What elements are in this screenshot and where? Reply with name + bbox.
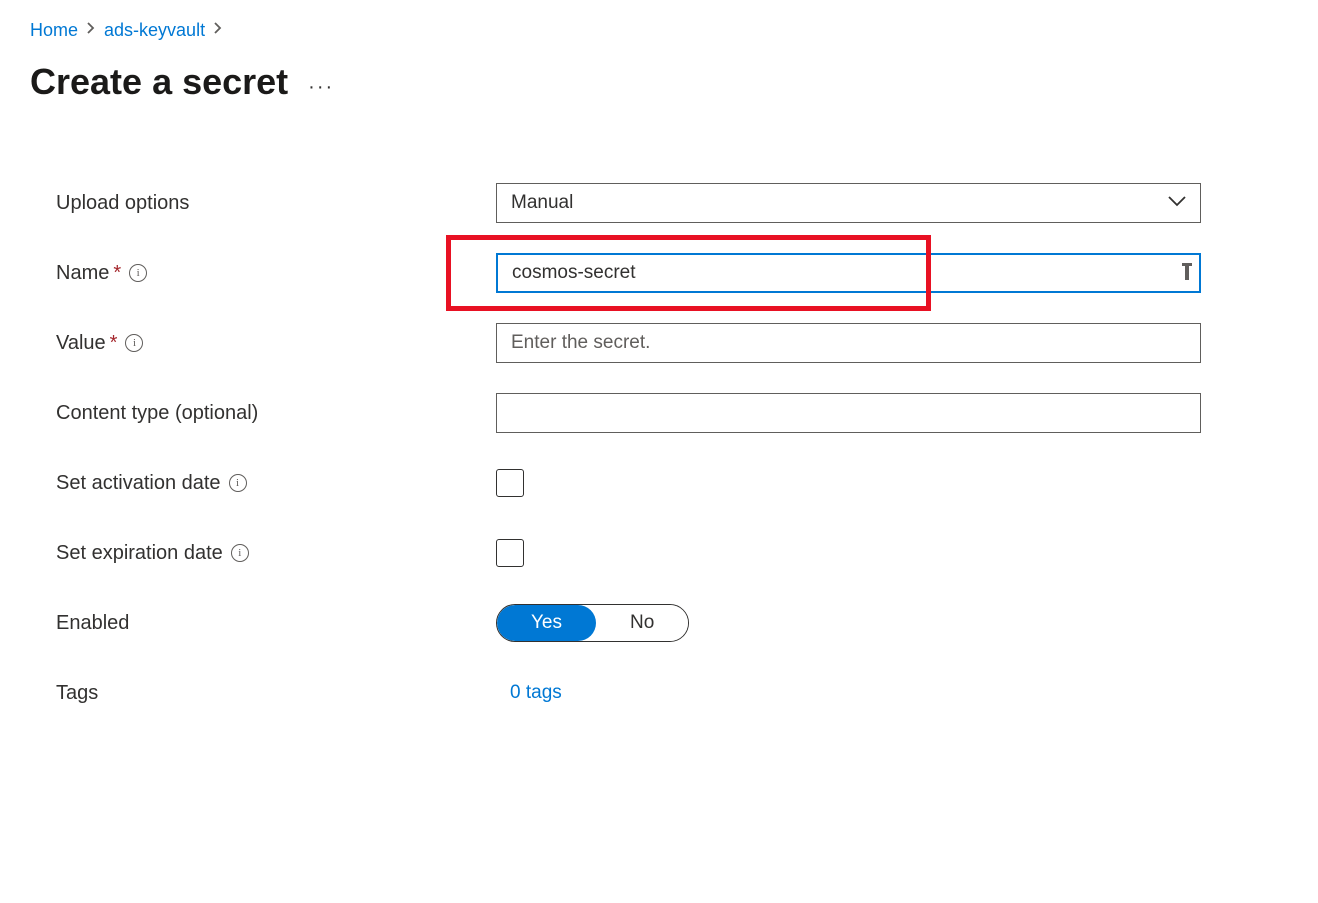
content-type-input[interactable] (496, 393, 1201, 433)
info-icon[interactable]: i (229, 474, 247, 492)
text-cursor-icon (1185, 266, 1189, 280)
activation-date-row: Set activation date i (56, 463, 1288, 503)
tags-link[interactable]: 0 tags (496, 682, 562, 703)
upload-options-row: Upload options Manual (56, 183, 1288, 223)
expiration-date-row: Set expiration date i (56, 533, 1288, 573)
enabled-toggle-no[interactable]: No (596, 605, 688, 641)
value-input[interactable] (496, 323, 1201, 363)
info-icon[interactable]: i (231, 544, 249, 562)
chevron-right-icon (86, 21, 96, 40)
upload-options-select[interactable]: Manual (496, 183, 1201, 223)
expiration-date-label: Set expiration date i (56, 542, 496, 565)
name-label: Name * i (56, 262, 496, 285)
breadcrumb-home[interactable]: Home (30, 20, 78, 41)
activation-date-label: Set activation date i (56, 472, 496, 495)
expiration-date-checkbox[interactable] (496, 539, 524, 567)
content-type-label: Content type (optional) (56, 402, 496, 425)
enabled-row: Enabled Yes No (56, 603, 1288, 643)
info-icon[interactable]: i (129, 264, 147, 282)
page-title: Create a secret (30, 61, 288, 103)
info-icon[interactable]: i (125, 334, 143, 352)
required-indicator-icon: * (113, 262, 121, 285)
activation-date-checkbox[interactable] (496, 469, 524, 497)
tags-row: Tags 0 tags (56, 673, 1288, 713)
value-label: Value * i (56, 332, 496, 355)
value-row: Value * i (56, 323, 1288, 363)
name-row: Name * i (56, 253, 1288, 293)
form-container: Upload options Manual Name * i Value * i (30, 183, 1288, 713)
name-input[interactable] (496, 253, 1201, 293)
more-options-icon[interactable]: ··· (308, 66, 334, 99)
upload-options-label: Upload options (56, 192, 496, 215)
tags-label: Tags (56, 682, 496, 705)
required-indicator-icon: * (110, 332, 118, 355)
enabled-toggle: Yes No (496, 604, 689, 642)
chevron-right-icon (213, 21, 223, 40)
content-type-row: Content type (optional) (56, 393, 1288, 433)
page-header: Create a secret ··· (30, 61, 1288, 103)
breadcrumb-resource[interactable]: ads-keyvault (104, 20, 205, 41)
enabled-label: Enabled (56, 612, 496, 635)
enabled-toggle-yes[interactable]: Yes (497, 605, 596, 641)
breadcrumb: Home ads-keyvault (30, 20, 1288, 41)
